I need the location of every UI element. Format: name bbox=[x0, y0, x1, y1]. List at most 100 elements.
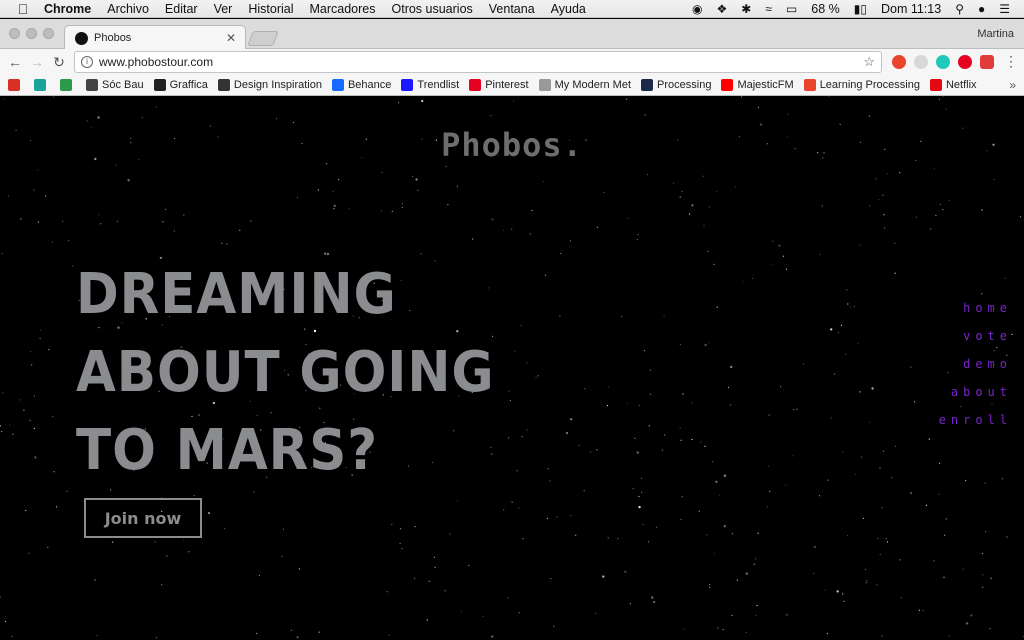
behance-icon bbox=[331, 79, 344, 91]
dropbox-icon[interactable]: ❖ bbox=[716, 3, 727, 15]
menu-ver[interactable]: Ver bbox=[214, 2, 233, 16]
bookmark-item[interactable] bbox=[8, 79, 24, 91]
forward-arrow-icon[interactable]: → bbox=[26, 54, 48, 70]
bookmark-item[interactable]: Sóc Bau bbox=[86, 79, 144, 91]
airplay-icon[interactable]: ▭ bbox=[786, 3, 797, 15]
menu-historial[interactable]: Historial bbox=[248, 2, 293, 16]
bookmark-item[interactable]: Learning Processing bbox=[803, 79, 920, 91]
pinterest-extension-icon[interactable] bbox=[958, 55, 972, 69]
clock[interactable]: Dom 11:13 bbox=[881, 2, 941, 16]
tab-strip: Phobos ✕ Martina bbox=[0, 19, 1024, 50]
phobos-favicon-icon bbox=[75, 31, 88, 45]
url-text[interactable]: www.phobostour.com bbox=[99, 55, 213, 69]
join-now-button[interactable]: Join now bbox=[84, 498, 202, 538]
menu-ayuda[interactable]: Ayuda bbox=[551, 2, 586, 16]
bookmark-label: Behance bbox=[347, 79, 392, 91]
site-logo[interactable]: Phobos. bbox=[0, 126, 1024, 164]
spotlight-search-icon[interactable]: ⚲ bbox=[955, 3, 964, 15]
headline-line-1: DREAMING bbox=[76, 262, 397, 327]
back-arrow-icon[interactable]: ← bbox=[4, 54, 26, 70]
apple-menu-icon[interactable]:  bbox=[16, 1, 30, 17]
pinterest-icon bbox=[469, 79, 482, 91]
bookmark-list: Sóc Bau Graffica Design Inspiration Behance… bbox=[8, 79, 987, 91]
side-navigation: home vote demo about enroll bbox=[939, 301, 1012, 441]
bookmark-label: Netflix bbox=[945, 79, 977, 91]
chrome-menu-icon[interactable]: ⋮ bbox=[1000, 53, 1022, 70]
battery-icon[interactable]: ▮▯ bbox=[854, 3, 867, 15]
more-bookmarks-icon[interactable]: » bbox=[1009, 78, 1016, 92]
battery-percent[interactable]: 68 % bbox=[811, 2, 840, 16]
bookmark-item[interactable]: MajesticFM bbox=[721, 79, 794, 91]
bookmark-item[interactable]: Behance bbox=[331, 79, 392, 91]
bookmark-label: Learning Processing bbox=[819, 79, 920, 91]
minimize-window-button[interactable] bbox=[26, 28, 37, 39]
menu-editar[interactable]: Editar bbox=[165, 2, 198, 16]
pocket-extension-icon[interactable] bbox=[980, 55, 994, 69]
headline-line-3: TO MARS? bbox=[76, 418, 379, 483]
menu-otros-usuarios[interactable]: Otros usuarios bbox=[392, 2, 473, 16]
close-tab-icon[interactable]: ✕ bbox=[226, 31, 236, 45]
nav-vote[interactable]: vote bbox=[939, 329, 1012, 357]
menu-ventana[interactable]: Ventana bbox=[489, 2, 535, 16]
new-tab-button[interactable] bbox=[247, 31, 279, 46]
menu-chrome[interactable]: Chrome bbox=[44, 2, 91, 16]
bookmark-item[interactable]: Graffica bbox=[153, 79, 208, 91]
netflix-icon bbox=[929, 79, 942, 91]
nav-enroll[interactable]: enroll bbox=[939, 413, 1012, 441]
gmail-icon bbox=[8, 79, 20, 91]
tab-phobos[interactable]: Phobos ✕ bbox=[64, 25, 246, 50]
phobos-page: Phobos. DREAMING ABOUT GOING TO MARS? Jo… bbox=[0, 96, 1024, 640]
nav-demo[interactable]: demo bbox=[939, 357, 1012, 385]
bookmark-item[interactable]: Netflix bbox=[929, 79, 977, 91]
bookmark-star-icon[interactable]: ☆ bbox=[863, 54, 875, 70]
m-extension-icon[interactable] bbox=[936, 55, 950, 69]
bookmark-label: Graffica bbox=[169, 79, 208, 91]
opera-extension-icon[interactable] bbox=[892, 55, 906, 69]
dot-icon bbox=[401, 79, 414, 91]
bookmark-label: My Modern Met bbox=[554, 79, 632, 91]
dropbox-extension-icon[interactable] bbox=[914, 55, 928, 69]
zoom-window-button[interactable] bbox=[43, 28, 54, 39]
graffica-icon bbox=[153, 79, 166, 91]
menu-extras: ◉ ❖ ✱ ≈ ▭ 68 % ▮▯ Dom 11:13 ⚲ ● ☰ bbox=[692, 2, 1010, 16]
bookmark-item[interactable]: Pinterest bbox=[469, 79, 529, 91]
nav-about[interactable]: about bbox=[939, 385, 1012, 413]
nav-home[interactable]: home bbox=[939, 301, 1012, 329]
bookmark-label: Sóc Bau bbox=[102, 79, 144, 91]
bookmark-item[interactable] bbox=[60, 79, 76, 91]
bookmark-item[interactable]: Processing bbox=[641, 79, 711, 91]
site-info-icon[interactable]: i bbox=[81, 56, 93, 68]
mmm-icon bbox=[538, 79, 551, 91]
bookmark-item[interactable]: My Modern Met bbox=[538, 79, 632, 91]
browser-toolbar: ← → ↻ i www.phobostour.com ☆ ⋮ bbox=[0, 49, 1024, 75]
creative-cloud-icon[interactable]: ◉ bbox=[692, 3, 702, 15]
menu-marcadores[interactable]: Marcadores bbox=[310, 2, 376, 16]
bookmark-item[interactable] bbox=[34, 79, 50, 91]
wifi-icon[interactable]: ≈ bbox=[765, 3, 772, 15]
youtube-icon bbox=[721, 79, 734, 91]
reload-icon[interactable]: ↻ bbox=[48, 54, 70, 71]
bluetooth-icon[interactable]: ✱ bbox=[741, 3, 751, 15]
d-icon bbox=[217, 79, 230, 91]
lp-icon bbox=[803, 79, 816, 91]
profile-name[interactable]: Martina bbox=[977, 28, 1014, 40]
notification-center-icon[interactable]: ☰ bbox=[999, 3, 1010, 15]
p-icon bbox=[641, 79, 654, 91]
address-bar[interactable]: i www.phobostour.com ☆ bbox=[74, 51, 882, 73]
bookmark-item[interactable]: Trendlist bbox=[401, 79, 459, 91]
macos-menu-bar:  Chrome Archivo Editar Ver Historial Ma… bbox=[0, 0, 1024, 18]
hero-headline: DREAMING ABOUT GOING TO MARS? bbox=[76, 256, 499, 490]
bookmark-label: Processing bbox=[657, 79, 712, 91]
m-icon bbox=[34, 79, 46, 91]
bookmark-item[interactable]: Design Inspiration bbox=[217, 79, 322, 91]
menu-archivo[interactable]: Archivo bbox=[107, 2, 149, 16]
siri-icon[interactable]: ● bbox=[978, 3, 985, 15]
socbau-icon bbox=[86, 79, 98, 91]
drive-icon bbox=[60, 79, 72, 91]
close-window-button[interactable] bbox=[9, 28, 20, 39]
bookmark-label: Pinterest bbox=[485, 79, 529, 91]
bookmarks-bar: Sóc Bau Graffica Design Inspiration Behance… bbox=[0, 75, 1024, 96]
tab-title: Phobos bbox=[94, 32, 132, 44]
bookmark-label: MajesticFM bbox=[737, 79, 794, 91]
bookmark-label: Trendlist bbox=[417, 79, 460, 91]
